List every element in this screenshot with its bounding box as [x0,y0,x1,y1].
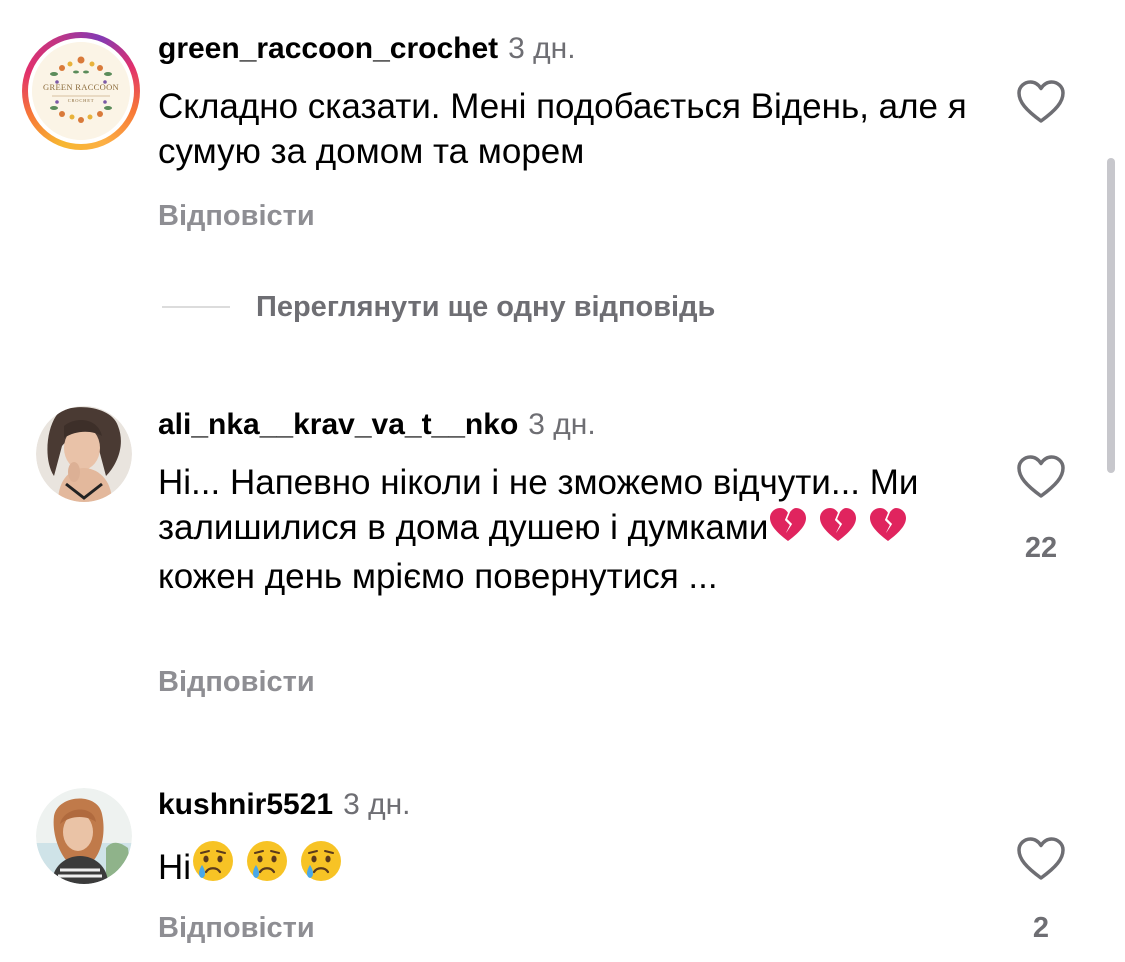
comment-username[interactable]: green_raccoon_crochet 3 дн. [158,32,576,66]
avatar-logo-subtext: CROCHET [67,98,95,103]
view-more-replies-button[interactable]: Переглянути ще одну відповідь [162,287,715,327]
broken-heart-emoji [868,507,908,554]
reply-button[interactable]: Відповісти [158,200,315,233]
avatar-photo [36,788,132,884]
comment-time: 3 дн. [508,32,576,65]
comment-username[interactable]: ali_nka__krav_va_t__nko 3 дн. [158,408,596,442]
heart-icon[interactable] [1016,454,1066,500]
crying-face-emoji [245,839,289,894]
heart-icon[interactable] [1016,836,1066,882]
avatar[interactable] [36,788,132,884]
comment-time: 3 дн. [528,408,596,441]
comment-text: Ні... Напевно ніколи і не зможемо відчут… [158,463,919,596]
comment-text: Складно сказати. Мені подобається Відень… [158,87,967,171]
broken-heart-emoji [768,507,808,554]
divider-line [162,306,230,308]
reply-button[interactable]: Відповісти [158,912,315,945]
reply-button[interactable]: Відповісти [158,666,315,699]
heart-icon[interactable] [1016,79,1066,125]
comment-username[interactable]: kushnir5521 3 дн. [158,788,411,822]
broken-heart-emoji [818,507,858,554]
avatar-logo-text: GREEN RACCOON [43,82,119,92]
comments-screen: GREEN RACCOON CROCHET green_raccoon_croc… [0,0,1125,962]
avatar: GREEN RACCOON CROCHET [32,42,130,140]
like-count[interactable]: 22 [1001,532,1081,565]
comment-time: 3 дн. [343,788,411,821]
avatar[interactable] [36,406,132,502]
avatar-story-ring[interactable]: GREEN RACCOON CROCHET [22,32,140,150]
like-count[interactable]: 2 [1001,912,1081,945]
crying-face-emoji [299,839,343,894]
comment-text: Ні [158,839,988,894]
avatar-photo [36,406,132,502]
scrollbar[interactable] [1107,158,1115,473]
view-more-replies-label[interactable]: Переглянути ще одну відповідь [256,291,715,324]
crying-face-emoji [191,839,235,894]
